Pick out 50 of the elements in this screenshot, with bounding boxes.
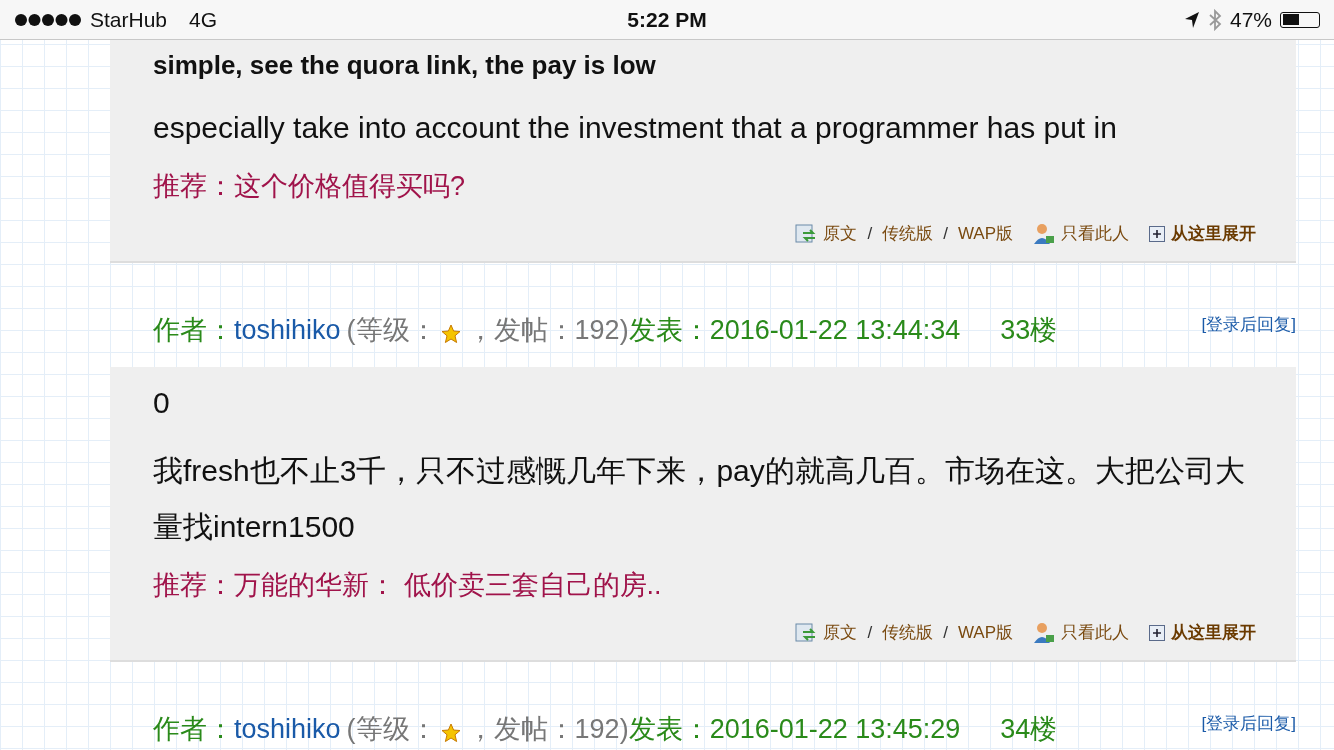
- post-text: simple, see the quora link, the pay is low: [153, 49, 657, 82]
- recommend-link[interactable]: 推荐：万能的华新： 低价卖三套自己的房..: [153, 567, 1256, 603]
- post-time: 发表：2016-01-22 13:45:29: [628, 713, 961, 746]
- floor-number: 33楼: [1000, 314, 1058, 347]
- document-arrows-icon: [795, 622, 818, 643]
- wap-version-link[interactable]: WAP版: [957, 222, 1013, 245]
- expand-from-here-link[interactable]: 从这里展开: [1171, 621, 1256, 644]
- reply-link[interactable]: [登录后回复]: [1201, 712, 1296, 735]
- author-name-link[interactable]: toshihiko: [234, 713, 341, 745]
- author-label: 作者：: [153, 314, 234, 347]
- battery-percent: 47%: [1229, 7, 1272, 32]
- reply-link[interactable]: [登录后回复]: [1201, 313, 1296, 336]
- post-text: 0: [153, 385, 171, 421]
- network-type: 4G: [189, 7, 218, 32]
- author-label: 作者：: [153, 713, 234, 746]
- only-author-link[interactable]: 只看此人: [1061, 222, 1129, 245]
- author-name-link[interactable]: toshihiko: [234, 314, 341, 346]
- classic-version-link[interactable]: 传统版: [882, 222, 934, 245]
- signal-icon: [14, 12, 82, 27]
- separator-slash: /: [867, 223, 873, 244]
- battery-icon: [1280, 11, 1320, 28]
- recommend-link[interactable]: 推荐：这个价格值得买吗?: [153, 168, 1256, 204]
- post-text: 我fresh也不止3千，只不过感慨几年下来，pay的就高几百。市场在这。大把公司大量找intern1500: [153, 453, 1246, 545]
- author-level: (等级：: [346, 713, 437, 746]
- plus-box-icon: [1149, 225, 1165, 242]
- carrier-name: StarHub: [90, 7, 168, 32]
- separator-slash: /: [943, 223, 948, 244]
- floor-number: 34楼: [1000, 713, 1058, 746]
- wap-version-link[interactable]: WAP版: [957, 621, 1013, 644]
- document-arrows-icon: [795, 223, 818, 244]
- classic-version-link[interactable]: 传统版: [882, 621, 934, 644]
- separator-slash: /: [867, 622, 873, 643]
- plus-box-icon: [1149, 624, 1165, 641]
- star-icon: [440, 324, 461, 344]
- clock-time: 5:22 PM: [627, 7, 707, 32]
- original-link[interactable]: 原文: [823, 621, 858, 644]
- bluetooth-icon: [1207, 8, 1222, 31]
- only-author-link[interactable]: 只看此人: [1061, 621, 1129, 644]
- location-arrow-icon: [1183, 10, 1200, 29]
- post-time: 发表：2016-01-22 13:44:34: [628, 314, 961, 347]
- person-icon: [1033, 621, 1055, 644]
- post-count: ，发帖：192): [466, 713, 629, 746]
- post-count: ，发帖：192): [466, 314, 629, 347]
- person-icon: [1033, 222, 1055, 245]
- separator-slash: /: [943, 622, 948, 643]
- post-text: especially take into account the investment that a programmer has put in: [153, 110, 1118, 146]
- star-icon: [440, 723, 461, 743]
- expand-from-here-link[interactable]: 从这里展开: [1171, 222, 1256, 245]
- author-level: (等级：: [346, 314, 437, 347]
- original-link[interactable]: 原文: [823, 222, 858, 245]
